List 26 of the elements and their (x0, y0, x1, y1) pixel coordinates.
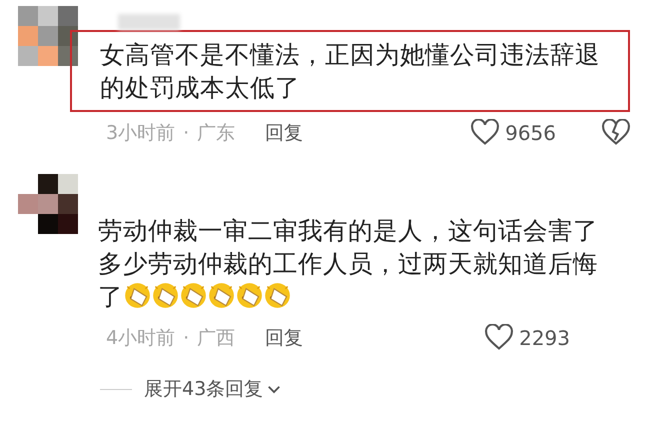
comment-text: 的处罚成本太低了 (100, 73, 300, 102)
comment-location: 广东 (197, 120, 236, 146)
comment-text: 劳动仲裁一审二审我有的是人，这句话会害了 (98, 216, 598, 245)
like-count: 9656 (505, 120, 556, 147)
separator-dot: · (183, 120, 190, 146)
comment-text: 女高管不是不懂法，正因为她懂公司违法辞退 (100, 40, 600, 69)
like-heart-icon[interactable] (471, 119, 500, 147)
emoji-icon (208, 282, 235, 309)
comment-text: 了 (98, 282, 123, 311)
emoji-icon (152, 282, 179, 309)
comment-location: 广西 (197, 326, 236, 351)
comment-time: 4小时前 (106, 326, 176, 351)
emoji-icon (180, 282, 207, 309)
like-count: 2293 (519, 325, 570, 352)
reply-link[interactable]: 回复 (265, 324, 304, 352)
comment-text: 多少劳动仲裁的工作人员，过两天就知道后悔 (98, 249, 598, 278)
emoji-icon (236, 282, 263, 309)
emoji-icon (124, 282, 151, 309)
comment-time: 3小时前 (106, 120, 176, 146)
like-heart-icon[interactable] (485, 324, 514, 352)
blurred-username (118, 14, 180, 30)
emoji-icon (264, 282, 291, 309)
reply-link[interactable]: 回复 (265, 118, 304, 148)
separator-dot: · (183, 326, 190, 351)
expand-replies-link[interactable]: 展开43条回复 (144, 375, 264, 404)
broken-heart-icon[interactable] (602, 119, 630, 147)
